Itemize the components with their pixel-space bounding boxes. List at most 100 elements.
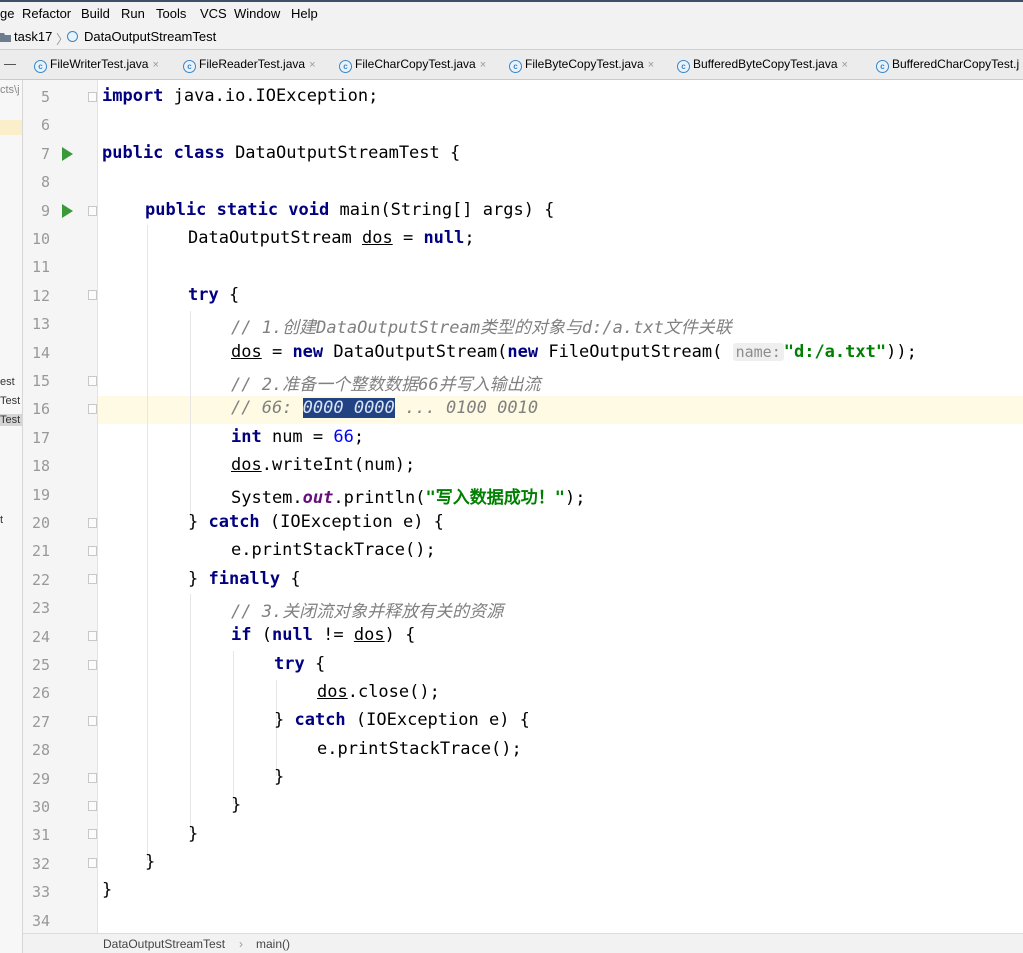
fold-marker-icon[interactable] bbox=[88, 773, 97, 783]
code-comment: // 2.准备一个整数数据66并写入输出流 bbox=[231, 375, 541, 395]
keyword: try bbox=[188, 285, 219, 305]
line-number: 28 bbox=[31, 741, 50, 760]
fold-marker-icon[interactable] bbox=[88, 801, 97, 811]
fold-marker-icon[interactable] bbox=[88, 92, 97, 102]
class-file-icon: c bbox=[876, 60, 889, 73]
line-number: 31 bbox=[31, 826, 50, 845]
tab-label: FileReaderTest.java bbox=[199, 57, 306, 71]
variable: dos bbox=[362, 228, 393, 248]
code-text: ); bbox=[564, 488, 586, 508]
tab-bufferedcharcopytest[interactable]: c BufferedCharCopyTest.j bbox=[876, 57, 1019, 73]
fold-marker-icon[interactable] bbox=[88, 660, 97, 670]
close-icon[interactable]: × bbox=[648, 59, 654, 71]
code-line-17: int num = 66; bbox=[231, 427, 364, 447]
code-line-31: } bbox=[188, 824, 199, 844]
keyword: catch bbox=[208, 512, 260, 532]
project-item[interactable]: t bbox=[0, 514, 3, 526]
project-panel-edge: cts\j est Test Test t bbox=[0, 80, 23, 953]
fold-marker-icon[interactable] bbox=[88, 574, 97, 584]
menu-run[interactable]: Run bbox=[121, 6, 145, 21]
menu-build[interactable]: Build bbox=[81, 6, 110, 21]
close-icon[interactable]: × bbox=[309, 59, 315, 71]
project-item[interactable]: Test bbox=[0, 395, 20, 407]
close-icon[interactable]: × bbox=[842, 59, 848, 71]
line-number: 23 bbox=[31, 599, 50, 618]
code-text: .println( bbox=[333, 488, 426, 508]
breadcrumb-folder[interactable]: task17 bbox=[14, 29, 52, 44]
menu-help[interactable]: Help bbox=[291, 6, 318, 21]
fold-marker-icon[interactable] bbox=[88, 546, 97, 556]
fold-marker-icon[interactable] bbox=[88, 716, 97, 726]
line-number: 21 bbox=[31, 542, 50, 561]
project-path-fragment: cts\j bbox=[0, 84, 20, 96]
project-item-selected[interactable]: Test bbox=[0, 414, 22, 426]
project-item[interactable]: est bbox=[0, 376, 15, 388]
editor-breadcrumb-bar: DataOutputStreamTest › main() bbox=[23, 933, 1023, 953]
class-file-icon bbox=[67, 31, 78, 42]
line-number: 27 bbox=[31, 712, 50, 731]
class-file-icon: c bbox=[34, 60, 47, 73]
code-line-32: } bbox=[145, 852, 156, 872]
close-icon[interactable]: × bbox=[152, 59, 158, 71]
breadcrumb-file[interactable]: DataOutputStreamTest bbox=[84, 29, 216, 44]
menu-window[interactable]: Window bbox=[234, 6, 280, 21]
fold-marker-icon[interactable] bbox=[88, 858, 97, 868]
code-text: FileOutputStream( bbox=[538, 342, 733, 362]
fold-marker-icon[interactable] bbox=[88, 631, 97, 641]
editor-tab-bar: c FileWriterTest.java × c FileReaderTest.ja… bbox=[0, 50, 1023, 80]
line-number: 9 bbox=[40, 201, 50, 220]
indent-guide bbox=[147, 225, 148, 861]
tab-filecharcopytest[interactable]: c FileCharCopyTest.java × bbox=[339, 57, 486, 73]
fold-marker-icon[interactable] bbox=[88, 206, 97, 216]
close-icon[interactable]: × bbox=[480, 59, 486, 71]
code-text: .close(); bbox=[347, 682, 440, 702]
code-text: ) { bbox=[384, 625, 416, 645]
fold-marker-icon[interactable] bbox=[88, 829, 97, 839]
line-number: 24 bbox=[31, 627, 50, 646]
line-number: 19 bbox=[31, 485, 50, 504]
text-selection[interactable]: 0000 0000 bbox=[302, 398, 395, 418]
line-number: 29 bbox=[31, 769, 50, 788]
code-line-18: dos.writeInt(num); bbox=[231, 455, 415, 475]
line-number: 16 bbox=[31, 400, 50, 419]
fold-marker-icon[interactable] bbox=[88, 518, 97, 528]
tab-label: BufferedByteCopyTest.java bbox=[693, 57, 838, 71]
tab-filereadertest[interactable]: c FileReaderTest.java × bbox=[183, 57, 316, 73]
fold-marker-icon[interactable] bbox=[88, 404, 97, 414]
code-text: ; bbox=[353, 427, 365, 447]
code-text: DataOutputStream bbox=[188, 228, 362, 248]
code-line-12: try { bbox=[188, 285, 239, 305]
keyword: new bbox=[292, 342, 324, 362]
variable: dos bbox=[231, 455, 262, 475]
minimize-icon[interactable] bbox=[4, 64, 16, 65]
menu-vcs[interactable]: VCS bbox=[200, 6, 227, 21]
fold-marker-icon[interactable] bbox=[88, 290, 97, 300]
tab-bufferedbytecopytest[interactable]: c BufferedByteCopyTest.java × bbox=[677, 57, 848, 73]
line-number: 25 bbox=[31, 656, 50, 674]
fold-marker-icon[interactable] bbox=[88, 376, 97, 386]
tab-label: FileCharCopyTest.java bbox=[355, 57, 476, 71]
menu-tools[interactable]: Tools bbox=[156, 6, 186, 21]
line-number: 32 bbox=[31, 854, 50, 873]
number-literal: 66 bbox=[333, 427, 354, 447]
tab-filewritertest[interactable]: c FileWriterTest.java × bbox=[34, 57, 159, 73]
run-gutter-icon[interactable] bbox=[62, 204, 73, 218]
class-file-icon: c bbox=[677, 60, 690, 73]
status-method[interactable]: main() bbox=[256, 937, 290, 951]
code-line-14: dos = new DataOutputStream(new FileOutpu… bbox=[231, 342, 917, 362]
code-line-29: } bbox=[274, 767, 285, 787]
keyword: int bbox=[231, 427, 262, 447]
status-class[interactable]: DataOutputStreamTest bbox=[103, 937, 225, 951]
code-text: (IOException e) { bbox=[345, 710, 530, 730]
line-number: 33 bbox=[31, 883, 50, 902]
keyword: null bbox=[271, 625, 313, 645]
keyword: import bbox=[102, 86, 164, 106]
menu-refactor[interactable]: Refactor bbox=[22, 6, 71, 21]
code-line-27: } catch (IOException e) { bbox=[274, 710, 530, 730]
code-line-33: } bbox=[102, 880, 113, 900]
run-gutter-icon[interactable] bbox=[62, 147, 73, 161]
menu-merge[interactable]: ge bbox=[0, 6, 14, 21]
tab-filebytecopytest[interactable]: c FileByteCopyTest.java × bbox=[509, 57, 654, 73]
code-line-30: } bbox=[231, 795, 242, 815]
line-number: 18 bbox=[31, 457, 50, 476]
